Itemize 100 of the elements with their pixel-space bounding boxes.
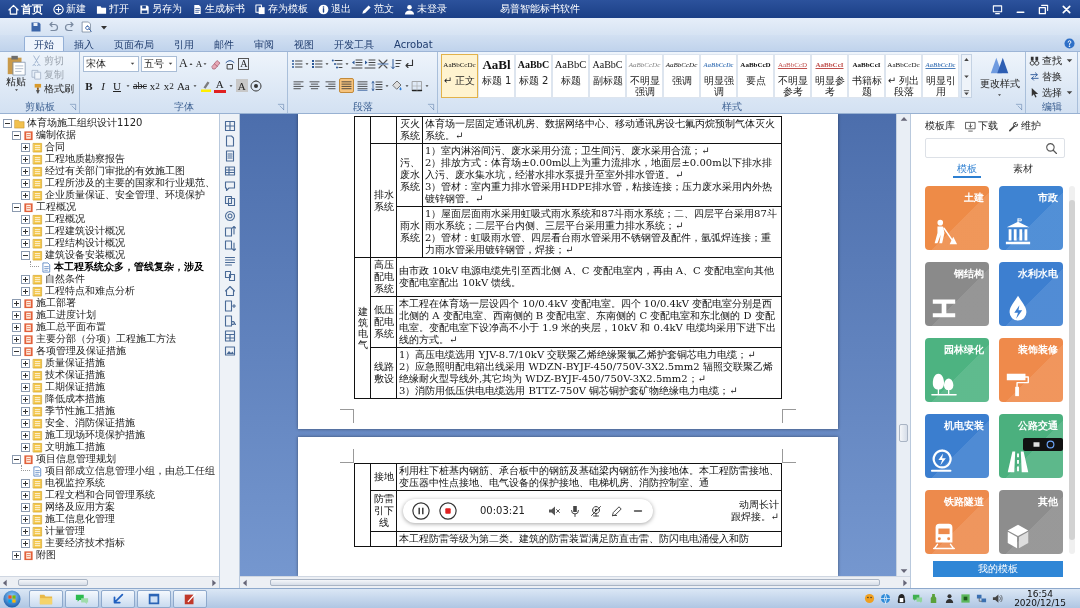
minus-box-icon[interactable] (12, 346, 21, 356)
highlighter-icon[interactable] (199, 79, 212, 92)
tree-item[interactable]: 企业质量保证、安全管理、环境保护 (45, 189, 205, 201)
change-styles-button[interactable]: 更改样式 (977, 54, 1022, 101)
plus-box-icon[interactable] (21, 514, 30, 524)
category-tile[interactable]: 机电安装 (925, 414, 989, 478)
ribbon-tab[interactable]: 视图 (284, 36, 324, 51)
plus-box-icon[interactable] (21, 274, 30, 284)
tree-item[interactable]: 工程概况 (45, 213, 85, 225)
tree-item[interactable]: 工程特点和难点分析 (45, 285, 135, 297)
tree-item[interactable]: 工程建筑设计概况 (45, 225, 125, 237)
tree-item[interactable]: 编制依据 (36, 129, 76, 141)
style-swatch[interactable]: AaBbC 副标题 (589, 54, 626, 98)
plus-box-icon[interactable] (21, 538, 30, 548)
scrollbar-thumb[interactable] (18, 579, 88, 586)
taskbar-button[interactable] (173, 589, 207, 608)
return-arrow-icon[interactable] (403, 57, 415, 70)
font-name-field[interactable]: 宋体 (83, 55, 139, 72)
indent-icon[interactable] (364, 57, 376, 70)
tree-item[interactable]: 质量保证措施 (45, 357, 105, 369)
style-swatch[interactable]: AaBl 标题 1 (478, 54, 515, 98)
plus-box-icon[interactable] (21, 526, 30, 536)
panel-link[interactable]: 下载 (965, 119, 998, 133)
taskbar-button[interactable] (137, 589, 171, 608)
menu-button[interactable]: 生成标书 (187, 1, 250, 17)
tree-item[interactable]: 工程地质勘察报告 (45, 153, 125, 165)
page-search-icon[interactable] (223, 315, 236, 327)
start-icon[interactable] (3, 589, 21, 608)
tree-item[interactable]: 季节性施工措施 (45, 405, 115, 417)
panel-tab[interactable]: 素材 (1009, 161, 1037, 178)
tree-item[interactable]: 主要经济技术指标 (45, 537, 125, 549)
plus-box-icon[interactable] (21, 478, 30, 488)
ribbon-tab[interactable]: 审阅 (244, 36, 284, 51)
border-icon[interactable] (411, 79, 423, 92)
arrow-down-icon[interactable] (898, 566, 909, 576)
arc-over-box-icon[interactable] (224, 57, 237, 70)
editing-tool[interactable]: 选择 (1029, 86, 1074, 99)
speech-bubble-icon[interactable] (223, 180, 236, 192)
tree-item[interactable]: 附图 (36, 549, 56, 561)
tree-item[interactable]: 项目部成立信息管理小组，由总工任组 (45, 465, 215, 477)
font-format-button[interactable]: A (213, 78, 226, 93)
align-button[interactable] (339, 78, 354, 93)
minus-box-icon[interactable] (12, 202, 21, 212)
table-icon[interactable] (223, 165, 236, 177)
globe-icon[interactable] (880, 593, 892, 604)
pause-icon[interactable] (412, 502, 430, 520)
tree-item[interactable]: 经过有关部门审批的有效施工图 (45, 165, 185, 177)
floating-menu[interactable] (1023, 438, 1063, 451)
arrow-left-icon[interactable] (240, 577, 250, 588)
menu-button[interactable]: 打开 (91, 1, 134, 17)
tree-item[interactable]: 工程文档和合同管理系统 (45, 489, 155, 501)
help-icon[interactable] (1064, 37, 1075, 49)
tree-item[interactable]: 网络及应用方案 (45, 501, 115, 513)
document-lines-icon[interactable] (223, 150, 236, 162)
menu-button[interactable]: 存为模板 (250, 1, 313, 17)
font-format-button[interactable]: B (83, 77, 95, 94)
page-up-icon[interactable] (223, 225, 236, 237)
font-size-field[interactable]: 五号 (141, 55, 177, 72)
grow-font-button[interactable]: A (179, 55, 194, 72)
font-format-button[interactable]: U (111, 77, 123, 94)
tree-item[interactable]: 施工现场环境保护措施 (45, 429, 145, 441)
close-icon[interactable] (1061, 3, 1072, 15)
plus-box-icon[interactable] (21, 154, 30, 164)
arrow-right-icon[interactable] (900, 577, 910, 588)
ring-icon[interactable] (249, 79, 262, 92)
plus-box-icon[interactable] (21, 238, 30, 248)
tree-item[interactable]: 合同 (45, 141, 65, 153)
minus-box-icon[interactable] (21, 250, 30, 260)
plus-box-icon[interactable] (12, 310, 21, 320)
page-down-icon[interactable] (223, 240, 236, 252)
font-format-button[interactable]: A (235, 79, 248, 92)
tree-item[interactable]: 主要分部（分项）工程施工方法 (36, 333, 176, 345)
pages-icon[interactable] (223, 270, 236, 282)
tree-item[interactable]: 各项管理及保证措施 (36, 345, 126, 357)
pen-icon[interactable] (610, 505, 623, 517)
tree-item[interactable]: 文明施工措施 (45, 441, 105, 453)
menu-button[interactable]: 范文 (356, 1, 399, 17)
picture-icon[interactable] (223, 345, 236, 357)
monitor-icon[interactable] (992, 3, 1003, 15)
tree-item[interactable]: 自然条件 (45, 273, 85, 285)
arrow-up-icon[interactable] (898, 114, 909, 124)
plus-box-icon[interactable] (21, 178, 30, 188)
clipboard-tool[interactable]: 格式刷 (31, 82, 74, 95)
tree-item[interactable]: 工程概况 (36, 201, 76, 213)
speaker-icon[interactable] (992, 593, 1004, 604)
cross-icon[interactable] (377, 57, 389, 70)
network-icon[interactable] (976, 593, 988, 604)
home-icon[interactable] (223, 285, 236, 297)
redo-icon[interactable] (64, 20, 76, 33)
ribbon-tab[interactable]: 开发工具 (324, 36, 384, 51)
panel-tab[interactable]: 模板 (953, 161, 981, 178)
copy-icon[interactable] (223, 195, 236, 207)
tree-item[interactable]: 建筑设备安装概况 (45, 249, 125, 261)
taskbar-button[interactable] (101, 589, 135, 608)
ribbon-tab[interactable]: 邮件 (204, 36, 244, 51)
minus-box-icon[interactable] (12, 454, 21, 464)
style-swatch[interactable]: AaBbC 标题 2 (515, 54, 552, 98)
restore-icon[interactable] (1038, 3, 1049, 15)
plus-box-icon[interactable] (21, 142, 30, 152)
save-icon[interactable] (30, 20, 42, 33)
